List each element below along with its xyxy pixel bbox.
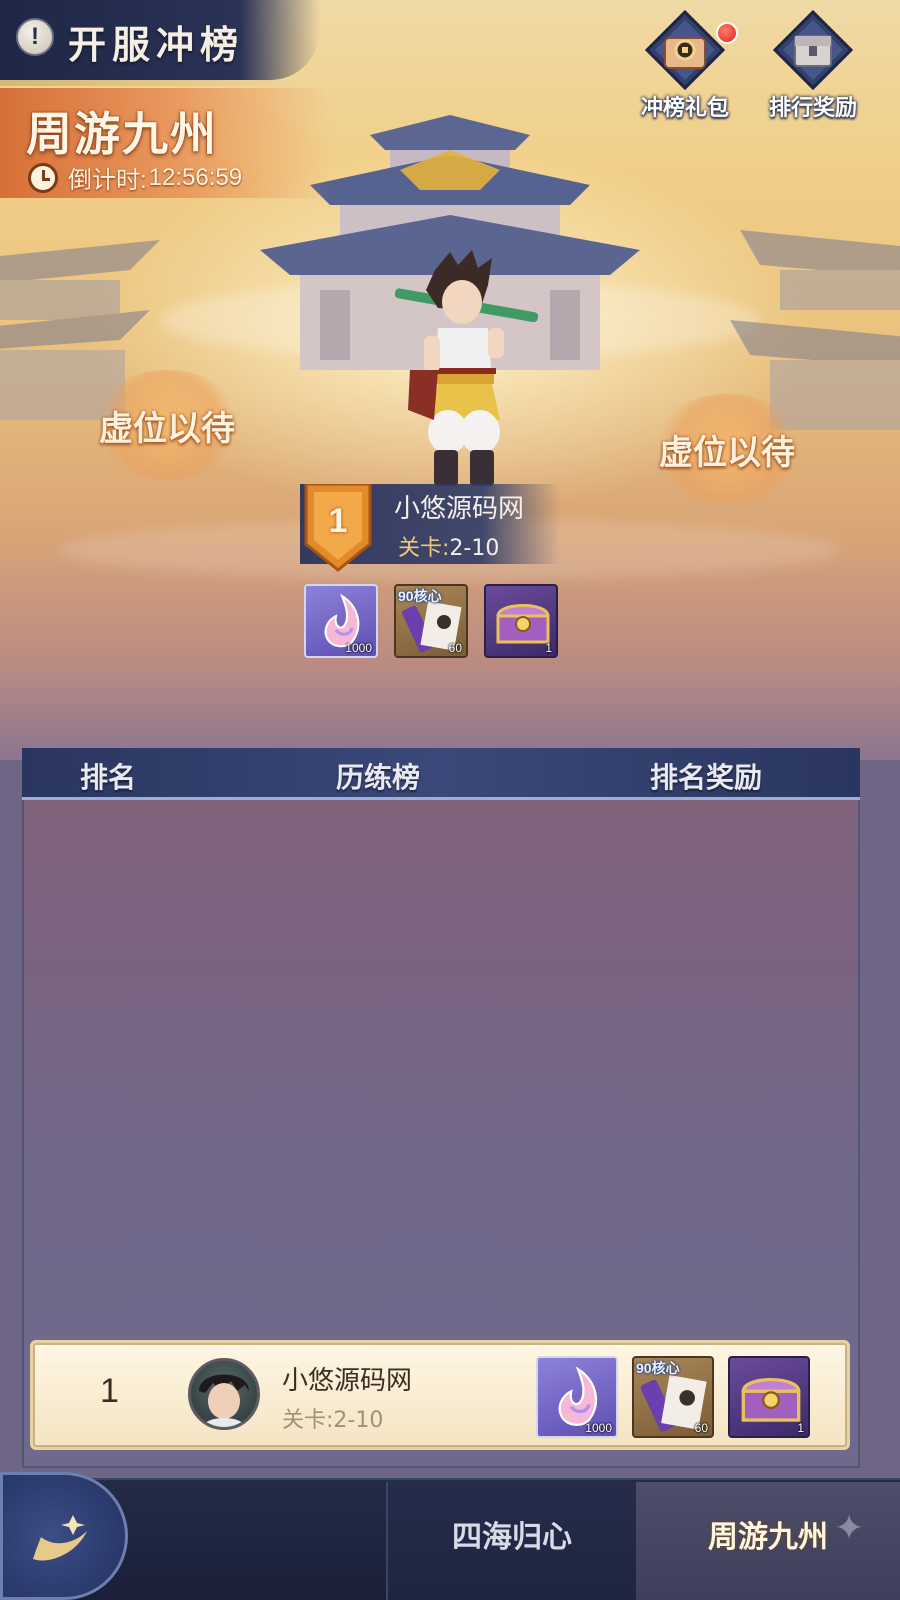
reward-quantity: 1 [545,641,552,655]
exclamation-icon: ! [31,23,39,50]
column-header-rank: 排名 [80,761,137,794]
my-rewards: 1000 90核心 60 1 [536,1356,810,1438]
reward-item-chest[interactable]: 1 [484,584,558,658]
level-value: 2-10 [449,536,500,561]
notification-dot [716,22,738,44]
first-place-name: 小悠源码网 [394,494,525,524]
gift-pack-icon [645,10,725,90]
back-button[interactable] [0,1472,128,1600]
reward-tag: 90核心 [636,1360,680,1376]
first-place-rank: 1 [328,502,348,540]
ranking-rewards-label: 排行奖励 [768,96,857,121]
reward-item-scroll[interactable]: 90核心 60 [394,584,468,658]
player-portrait-icon [199,1374,249,1427]
rush-gift-pack-button[interactable]: 冲榜礼包 [630,6,740,126]
tab-sihai-guixin[interactable]: 四海归心 [386,1482,636,1600]
reward-quantity: 60 [448,641,462,655]
hero-character[interactable] [380,250,550,490]
column-header-rank-reward: 排名奖励 [650,761,763,794]
info-button[interactable]: ! [16,18,54,56]
event-title: 周游九州 [26,107,218,161]
countdown-label: 倒计时: [68,167,147,194]
first-place-rewards: 1000 90核心 60 1 [304,584,558,658]
clock-icon [28,162,58,193]
reward-item-chest[interactable]: 1 [728,1356,810,1438]
rush-gift-pack-label: 冲榜礼包 [640,96,729,121]
vacant-rank-slot-left: 虚位以待 [92,370,242,480]
reward-item-crystal[interactable]: 1000 [304,584,378,658]
reward-item-crystal[interactable]: 1000 [536,1356,618,1438]
column-header-leaderboard: 历练榜 [336,761,421,794]
reward-quantity: 1000 [345,641,372,655]
countdown: 倒计时: 12:56:59 [28,160,242,195]
page-title: 开服冲榜 [68,22,245,67]
countdown-value: 12:56:59 [148,163,243,191]
reward-quantity: 60 [694,1421,708,1435]
reward-quantity: 1000 [585,1421,612,1435]
distant-building-right [730,230,900,430]
sparkle-icon: ✦ [834,1508,865,1549]
my-level: 关卡:2-10 [282,1408,384,1433]
reward-item-scroll[interactable]: 90核心 60 [632,1356,714,1438]
level-label: 关卡: [398,536,450,561]
reward-tag: 90核心 [398,588,442,604]
crescent-moon-icon [33,1515,87,1561]
vacant-label: 虚位以待 [99,408,235,449]
avatar[interactable] [188,1358,260,1430]
reward-quantity: 1 [797,1421,804,1435]
treasure-chest-icon [773,10,853,90]
vacant-rank-slot-right: 虚位以待 [652,394,802,504]
ranking-rewards-button[interactable]: 排行奖励 [758,6,868,126]
my-name: 小悠源码网 [282,1366,413,1396]
first-place-level: 关卡:2-10 [398,530,499,562]
my-rank: 1 [100,1372,119,1410]
vacant-label: 虚位以待 [659,432,795,473]
